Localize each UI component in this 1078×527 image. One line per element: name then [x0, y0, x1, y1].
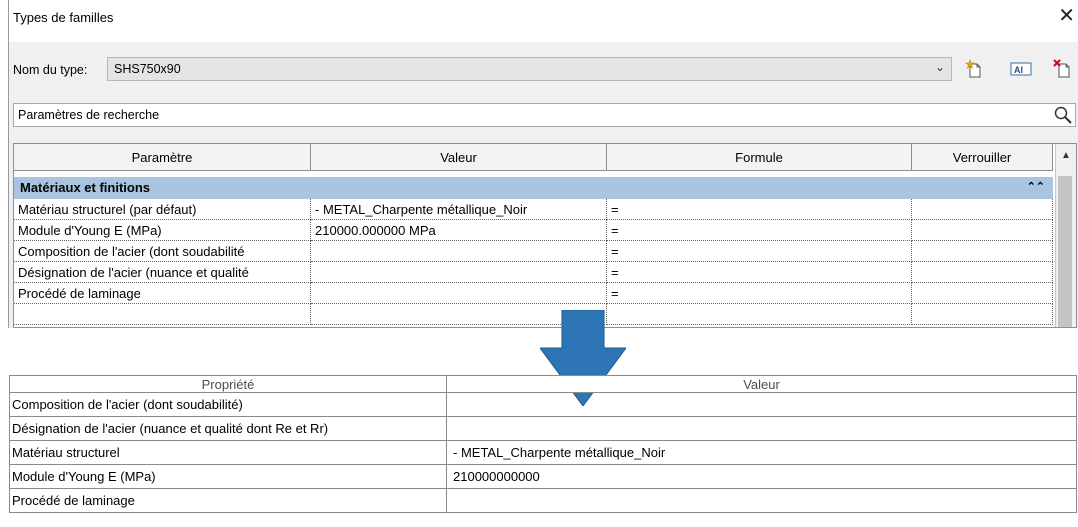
scroll-up-icon[interactable]: ▲: [1061, 150, 1071, 161]
vertical-scrollbar[interactable]: ▲: [1055, 144, 1076, 327]
param-name-cell: [14, 304, 311, 325]
property-name-cell: Module d'Young E (MPa): [9, 465, 447, 489]
search-icon[interactable]: [1053, 105, 1073, 125]
column-header-parameter[interactable]: Paramètre: [14, 144, 311, 171]
delete-type-icon: [1053, 59, 1070, 78]
column-header-lock[interactable]: Verrouiller: [912, 144, 1053, 171]
property-name-cell: Matériau structurel: [9, 441, 447, 465]
param-name-cell: Module d'Young E (MPa): [14, 220, 311, 241]
dialog-title: Types de familles: [13, 10, 114, 25]
param-lock-cell[interactable]: [912, 283, 1053, 304]
param-formula-cell[interactable]: [607, 304, 912, 325]
new-type-icon: [965, 59, 981, 78]
column-header-property[interactable]: Propriété: [9, 375, 447, 393]
property-value-cell: [446, 417, 1077, 441]
property-name-cell: Désignation de l'acier (nuance et qualit…: [9, 417, 447, 441]
property-value-cell: 210000000000: [446, 465, 1077, 489]
property-value-cell: - METAL_Charpente métallique_Noir: [446, 441, 1077, 465]
close-icon[interactable]: ✕: [1058, 6, 1075, 26]
collapse-icon[interactable]: ⌃⌃: [1027, 180, 1045, 193]
type-name-label: Nom du type:: [13, 63, 88, 77]
param-name-cell: Désignation de l'acier (nuance et qualit…: [14, 262, 311, 283]
column-header-formula[interactable]: Formule: [607, 144, 912, 171]
param-formula-cell[interactable]: =: [607, 199, 912, 220]
param-lock-cell[interactable]: [912, 199, 1053, 220]
param-lock-cell[interactable]: [912, 304, 1053, 325]
column-header-value[interactable]: Valeur: [311, 144, 607, 171]
group-header-materials[interactable]: Matériaux et finitions ⌃⌃: [14, 177, 1053, 199]
property-name-cell: Procédé de laminage: [9, 489, 447, 513]
param-formula-cell[interactable]: =: [607, 241, 912, 262]
param-name-cell: Composition de l'acier (dont soudabilité: [14, 241, 311, 262]
param-lock-cell[interactable]: [912, 241, 1053, 262]
delete-type-button[interactable]: [1050, 56, 1076, 82]
type-name-value: SHS750x90: [114, 62, 181, 76]
param-value-cell[interactable]: [311, 262, 607, 283]
new-type-button[interactable]: [962, 56, 988, 82]
search-placeholder: Paramètres de recherche: [18, 108, 160, 122]
rename-type-icon: AI: [1010, 62, 1032, 76]
rename-type-button[interactable]: AI: [1008, 56, 1034, 82]
param-formula-cell[interactable]: =: [607, 262, 912, 283]
param-formula-cell[interactable]: =: [607, 283, 912, 304]
property-value-cell: [446, 489, 1077, 513]
chevron-down-icon: ⌄: [934, 60, 945, 74]
svg-text:AI: AI: [1014, 65, 1023, 75]
property-name-cell: Composition de l'acier (dont soudabilité…: [9, 393, 447, 417]
property-value-cell: [446, 393, 1077, 417]
param-formula-cell[interactable]: =: [607, 220, 912, 241]
family-types-dialog: Types de familles ✕ Nom du type: SHS750x…: [8, 0, 1078, 328]
title-bar: Types de familles ✕: [9, 0, 1078, 42]
param-value-cell[interactable]: [311, 241, 607, 262]
param-value-cell[interactable]: [311, 283, 607, 304]
group-title: Matériaux et finitions: [20, 180, 151, 195]
type-name-row: Nom du type: SHS750x90 ⌄ AI: [9, 56, 1078, 86]
param-value-cell[interactable]: - METAL_Charpente métallique_Noir: [311, 199, 607, 220]
type-name-select[interactable]: SHS750x90 ⌄: [107, 57, 952, 81]
param-lock-cell[interactable]: [912, 262, 1053, 283]
column-header-value[interactable]: Valeur: [446, 375, 1077, 393]
scrollbar-thumb[interactable]: [1058, 176, 1072, 327]
param-lock-cell[interactable]: [912, 220, 1053, 241]
search-parameters-input[interactable]: Paramètres de recherche: [13, 103, 1076, 127]
parameters-grid: Paramètre Valeur Formule Verrouiller Mat…: [13, 143, 1077, 328]
param-name-cell: Matériau structurel (par défaut): [14, 199, 311, 220]
param-name-cell: Procédé de laminage: [14, 283, 311, 304]
param-value-cell[interactable]: 210000.000000 MPa: [311, 220, 607, 241]
